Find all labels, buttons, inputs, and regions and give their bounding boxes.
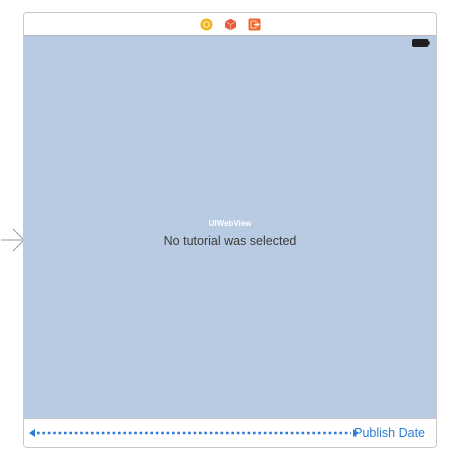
battery-icon [412, 39, 430, 47]
web-view-class-label: UIWebView [208, 219, 252, 228]
first-responder-icon[interactable] [224, 18, 237, 31]
view-controller-scene[interactable]: UIWebView No tutorial was selected Publi… [23, 12, 437, 448]
exit-icon[interactable] [248, 18, 261, 31]
no-tutorial-label[interactable]: No tutorial was selected [24, 234, 436, 248]
web-view[interactable]: UIWebView No tutorial was selected [24, 36, 436, 419]
publish-date-bar-button[interactable]: Publish Date [354, 426, 425, 440]
view-controller-icon[interactable] [200, 18, 213, 31]
flexible-space-arrow-icon[interactable] [29, 424, 359, 442]
storyboard-canvas: UIWebView No tutorial was selected Publi… [0, 0, 450, 460]
scene-dock [24, 13, 436, 36]
toolbar[interactable]: Publish Date [24, 418, 436, 447]
